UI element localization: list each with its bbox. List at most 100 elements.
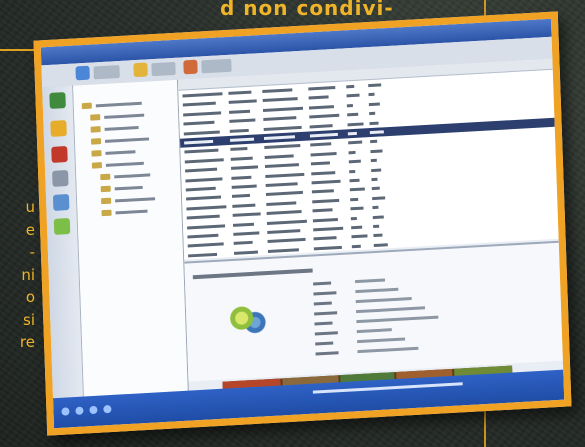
- list-cell: [371, 168, 382, 172]
- list-cell: [229, 128, 249, 133]
- list-cell: [311, 189, 334, 194]
- tree-label: [104, 113, 145, 119]
- chat-icon: [52, 193, 70, 211]
- folder-icon: [81, 102, 92, 110]
- status-icon: [103, 404, 112, 414]
- list-cell: [229, 109, 251, 114]
- list-cell: [185, 176, 223, 183]
- list-cell: [233, 241, 253, 246]
- list-cell: [351, 225, 363, 230]
- list-cell: [348, 150, 356, 155]
- list-cell: [231, 165, 259, 171]
- list-cell: [187, 242, 224, 248]
- list-cell: [309, 113, 340, 119]
- list-cell: [267, 238, 306, 244]
- tree-label: [114, 173, 151, 179]
- list-cell: [372, 205, 379, 210]
- page: { "article": { "heading_fragment": "d no…: [0, 0, 585, 447]
- list-cell: [310, 151, 337, 157]
- detail-pane: [184, 240, 563, 382]
- list-cell: [183, 120, 215, 126]
- network-icon: [49, 92, 66, 109]
- list-cell: [350, 197, 359, 202]
- status-icon: [75, 406, 84, 415]
- list-cell: [262, 97, 298, 103]
- detail-value: [354, 278, 386, 284]
- list-cell: [347, 112, 359, 117]
- swirl-logo-icon: [225, 302, 271, 340]
- list-cell: [310, 142, 332, 147]
- list-cell: [184, 139, 214, 145]
- tilted-screenshot: [33, 11, 572, 436]
- file-list: [177, 58, 559, 260]
- tree-label: [104, 126, 139, 131]
- list-cell: [182, 92, 223, 98]
- folder-icon: [91, 162, 102, 169]
- list-cell: [346, 103, 353, 108]
- toolbar-button: [201, 58, 232, 74]
- list-cell: [369, 121, 379, 125]
- list-cell: [346, 84, 355, 89]
- list-cell: [313, 245, 342, 251]
- list-cell: [264, 163, 300, 169]
- list-cell: [349, 187, 365, 192]
- list-cell: [188, 252, 218, 258]
- list-cell: [267, 229, 301, 234]
- list-cell: [266, 219, 307, 225]
- list-cell: [229, 118, 256, 124]
- list-cell: [264, 144, 301, 150]
- list-cell: [312, 208, 333, 213]
- list-cell: [372, 215, 384, 219]
- list-cell: [185, 186, 216, 192]
- detail-key: [313, 291, 337, 296]
- list-cell: [349, 169, 356, 173]
- folder-icon: [101, 209, 112, 217]
- list-cell: [263, 125, 302, 131]
- detail-key: [315, 351, 339, 356]
- folder-icon: [133, 62, 148, 78]
- list-cell: [370, 158, 377, 163]
- status-message: [312, 382, 463, 394]
- detail-key: [314, 331, 338, 336]
- list-cell: [265, 182, 298, 187]
- list-cell: [186, 205, 227, 211]
- list-cell: [346, 94, 360, 98]
- detail-value: [355, 287, 399, 294]
- tools-icon: [183, 59, 198, 75]
- folder-icon: [100, 173, 111, 181]
- list-cell: [187, 233, 219, 239]
- list-cell: [262, 88, 293, 94]
- list-cell: [370, 149, 383, 153]
- list-cell: [351, 244, 361, 249]
- list-cell: [351, 234, 368, 239]
- status-icon: [61, 407, 70, 416]
- tree-label: [115, 197, 156, 203]
- list-cell: [185, 167, 218, 173]
- detail-value: [355, 297, 412, 304]
- folder-icon: [90, 114, 101, 121]
- list-cell: [265, 172, 305, 178]
- list-cell: [266, 201, 297, 206]
- detail-key: [313, 281, 332, 286]
- list-cell: [265, 191, 303, 197]
- list-cell: [347, 131, 357, 136]
- list-cell: [186, 195, 222, 201]
- list-cell: [232, 203, 256, 208]
- tree-label: [105, 150, 136, 155]
- list-cell: [347, 122, 364, 126]
- list-cell: [186, 214, 220, 220]
- list-cell: [263, 116, 297, 122]
- list-cell: [350, 206, 364, 211]
- body-line: re: [19, 333, 35, 351]
- list-cell: [312, 198, 340, 204]
- list-cell: [228, 90, 252, 95]
- list-cell: [309, 132, 338, 138]
- body-line: u: [25, 198, 35, 216]
- status-icon: [89, 405, 98, 415]
- detail-title: [192, 268, 313, 280]
- list-cell: [233, 250, 259, 255]
- list-cell: [308, 85, 336, 91]
- list-cell: [350, 216, 357, 220]
- detail-key: [314, 321, 333, 326]
- toolbar-button: [93, 64, 120, 80]
